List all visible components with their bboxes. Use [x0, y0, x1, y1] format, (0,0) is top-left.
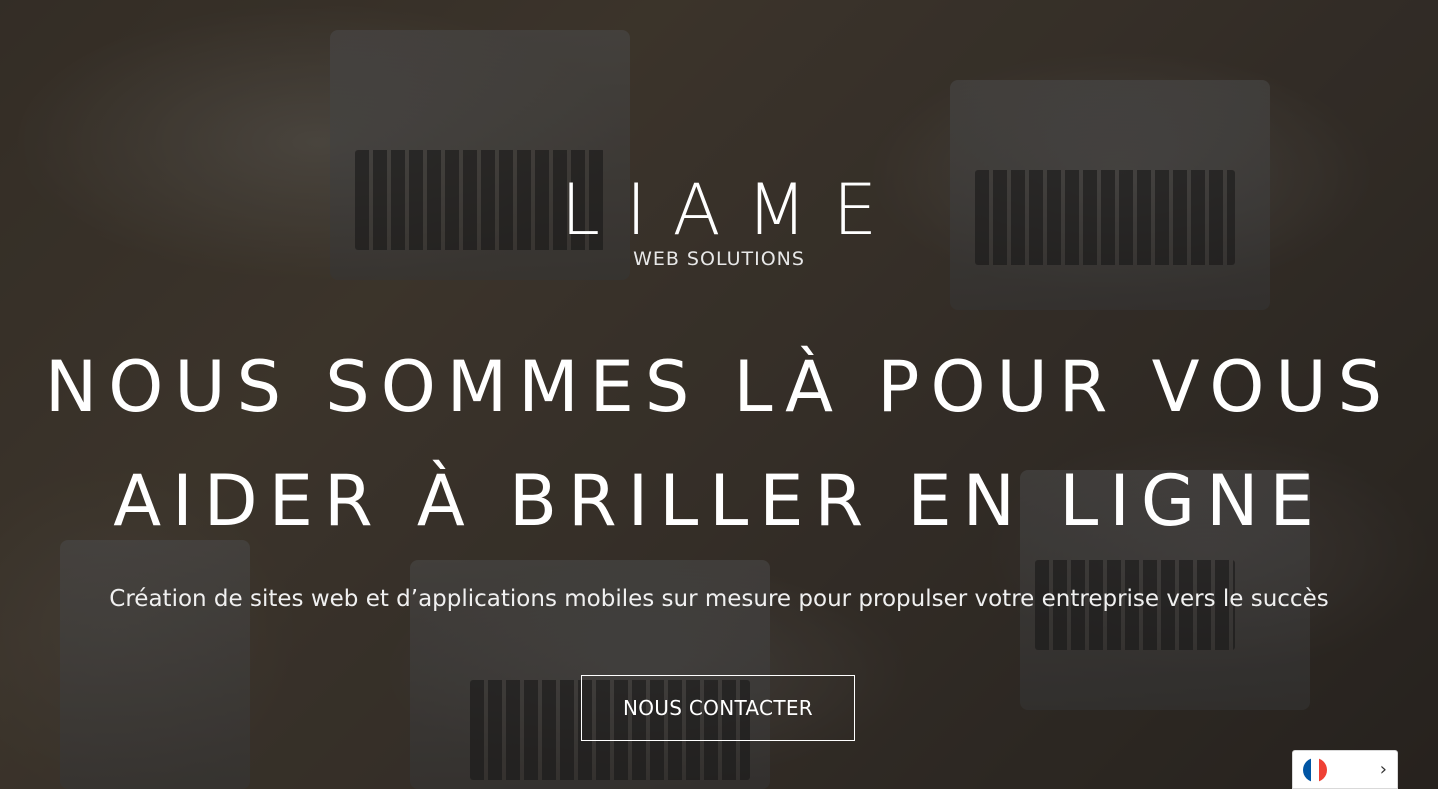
hero-section: LIAME WEB SOLUTIONS NOUS SOMMES LÀ POUR … — [0, 0, 1438, 789]
logo-subtitle: WEB SOLUTIONS — [633, 248, 805, 270]
logo-wordmark[interactable]: LIAME — [0, 168, 1438, 252]
hero-tagline: Création de sites web et d’applications … — [109, 586, 1329, 612]
language-switcher[interactable]: › — [1292, 750, 1398, 789]
contact-button[interactable]: NOUS CONTACTER — [581, 675, 855, 741]
france-flag-icon — [1303, 757, 1327, 782]
chevron-right-icon: › — [1379, 758, 1387, 780]
hero-headline-line-1: NOUS SOMMES LÀ POUR VOUS — [44, 346, 1394, 428]
hero-headline-line-2: AIDER À BRILLER EN LIGNE — [113, 460, 1325, 542]
